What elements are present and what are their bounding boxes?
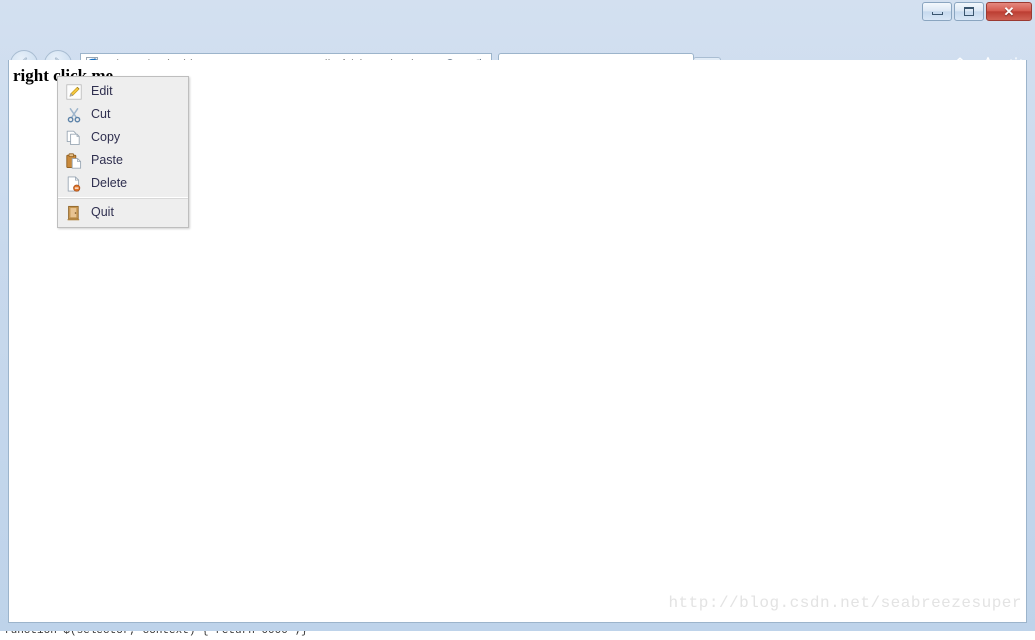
menu-item-quit[interactable]: Quit xyxy=(58,201,188,224)
menu-item-label: Copy xyxy=(91,130,121,145)
bottom-content-sliver: function $(selector, context) { return 0… xyxy=(0,631,1035,640)
menu-item-label: Cut xyxy=(91,107,111,122)
menu-item-label: Edit xyxy=(91,84,113,99)
close-button[interactable]: ✕ xyxy=(986,2,1032,21)
page-viewport: right click me http://blog.csdn.net/seab… xyxy=(8,60,1027,623)
edit-pencil-icon xyxy=(66,83,82,100)
context-menu: Edit Cut Copy Paste Delete Quit xyxy=(57,76,189,228)
scissors-icon xyxy=(66,107,82,123)
maximize-icon xyxy=(964,7,974,16)
browser-window: ✕ F:\temp\swisnl-jQuery-contex xyxy=(0,0,1035,640)
window-controls: ✕ xyxy=(922,2,1032,21)
menu-item-delete[interactable]: Delete xyxy=(58,172,188,195)
menu-item-label: Quit xyxy=(91,205,114,220)
maximize-button[interactable] xyxy=(954,2,984,21)
menu-item-label: Paste xyxy=(91,153,123,168)
close-icon: ✕ xyxy=(1003,4,1015,19)
navigation-bar: F:\temp\swisnl-jQuery-contextMenu-44db0f… xyxy=(0,24,1035,80)
menu-item-label: Delete xyxy=(91,176,128,191)
menu-separator xyxy=(58,197,188,199)
door-exit-icon xyxy=(66,205,82,221)
menu-item-paste[interactable]: Paste xyxy=(58,149,188,172)
delete-page-icon xyxy=(66,175,82,192)
copy-pages-icon xyxy=(66,130,82,146)
menu-item-edit[interactable]: Edit xyxy=(58,80,188,103)
watermark-text: http://blog.csdn.net/seabreezesuper xyxy=(668,594,1022,612)
paste-clipboard-icon xyxy=(66,152,82,169)
sliver-code-text: function $(selector, context) { return 0… xyxy=(4,631,308,637)
minimize-button[interactable] xyxy=(922,2,952,21)
minimize-icon xyxy=(931,12,943,15)
title-bar: ✕ xyxy=(0,0,1035,24)
menu-item-cut[interactable]: Cut xyxy=(58,103,188,126)
menu-item-copy[interactable]: Copy xyxy=(58,126,188,149)
